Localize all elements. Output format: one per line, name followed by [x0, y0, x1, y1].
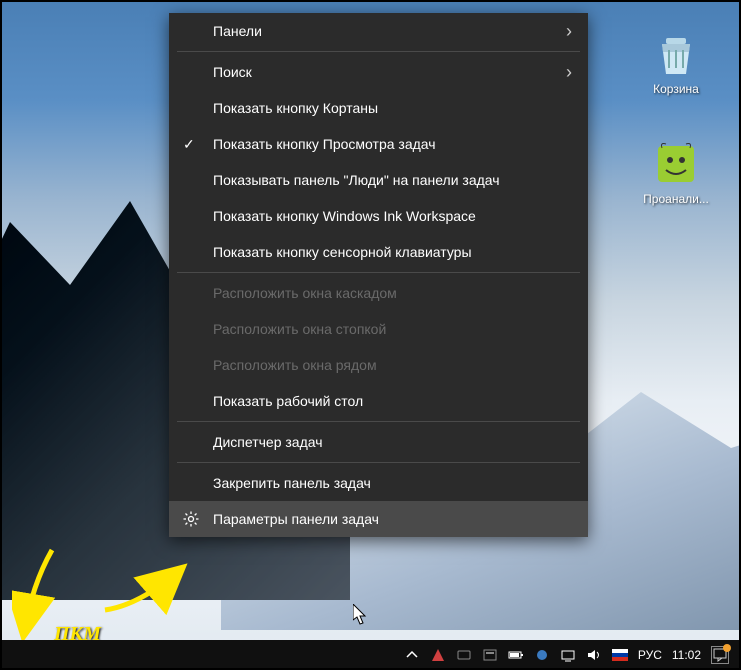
tray-network-icon[interactable]: [560, 647, 576, 663]
menu-item-cascade-windows: Расположить окна каскадом: [169, 275, 588, 311]
menu-item-label: Показать кнопку сенсорной клавиатуры: [213, 244, 472, 260]
menu-item-task-manager[interactable]: Диспетчер задач: [169, 424, 588, 460]
menu-item-label: Диспетчер задач: [213, 434, 323, 450]
menu-item-lock-taskbar[interactable]: Закрепить панель задач: [169, 465, 588, 501]
desktop-icon-recycle-bin[interactable]: Корзина: [636, 30, 716, 96]
tray-action-center-icon[interactable]: [711, 646, 729, 664]
menu-separator: [177, 51, 580, 52]
desktop-icon-notepad-plus[interactable]: Проанали...: [636, 140, 716, 206]
menu-item-label: Параметры панели задач: [213, 511, 379, 527]
annotation-arrow-to-settings: [100, 560, 190, 615]
menu-separator: [177, 462, 580, 463]
menu-item-label: Панели: [213, 23, 262, 39]
menu-item-ink-workspace[interactable]: Показать кнопку Windows Ink Workspace: [169, 198, 588, 234]
menu-item-people-bar[interactable]: Показывать панель "Люди" на панели задач: [169, 162, 588, 198]
tray-app-icon[interactable]: [482, 647, 498, 663]
menu-item-show-desktop[interactable]: Показать рабочий стол: [169, 383, 588, 419]
menu-item-label: Показать рабочий стол: [213, 393, 363, 409]
menu-item-label: Показать кнопку Просмотра задач: [213, 136, 436, 152]
tray-app-icon[interactable]: [430, 647, 446, 663]
menu-item-side-by-side: Расположить окна рядом: [169, 347, 588, 383]
notepad-plus-icon: [652, 140, 700, 188]
taskbar-context-menu: Панели Поиск Показать кнопку Кортаны ✓ П…: [169, 13, 588, 537]
mouse-cursor-icon: [353, 604, 369, 626]
menu-item-label: Закрепить панель задач: [213, 475, 371, 491]
tray-app-icon[interactable]: [534, 647, 550, 663]
menu-item-toolbars[interactable]: Панели: [169, 13, 588, 49]
menu-item-touch-keyboard[interactable]: Показать кнопку сенсорной клавиатуры: [169, 234, 588, 270]
system-tray: РУС 11:02: [404, 646, 741, 664]
menu-item-label: Расположить окна стопкой: [213, 321, 386, 337]
menu-separator: [177, 272, 580, 273]
gear-icon: [183, 511, 199, 527]
tray-volume-icon[interactable]: [586, 647, 602, 663]
tray-battery-icon[interactable]: [508, 647, 524, 663]
menu-item-label: Расположить окна каскадом: [213, 285, 397, 301]
menu-item-label: Показать кнопку Windows Ink Workspace: [213, 208, 476, 224]
tray-chevron-up-icon[interactable]: [404, 647, 420, 663]
menu-item-label: Расположить окна рядом: [213, 357, 377, 373]
menu-item-cortana-button[interactable]: Показать кнопку Кортаны: [169, 90, 588, 126]
menu-item-search[interactable]: Поиск: [169, 54, 588, 90]
menu-item-label: Показать кнопку Кортаны: [213, 100, 378, 116]
menu-item-task-view-button[interactable]: ✓ Показать кнопку Просмотра задач: [169, 126, 588, 162]
menu-item-label: Показывать панель "Люди" на панели задач: [213, 172, 500, 188]
tray-app-icon[interactable]: [456, 647, 472, 663]
checkmark-icon: ✓: [183, 136, 195, 153]
tray-language-label[interactable]: РУС: [638, 648, 662, 662]
menu-separator: [177, 421, 580, 422]
menu-item-taskbar-settings[interactable]: Параметры панели задач: [169, 501, 588, 537]
desktop-icon-label: Проанали...: [636, 192, 716, 206]
tray-clock[interactable]: 11:02: [672, 648, 701, 662]
recycle-bin-icon: [652, 30, 700, 78]
taskbar[interactable]: РУС 11:02: [0, 640, 741, 670]
desktop-icon-label: Корзина: [636, 82, 716, 96]
menu-item-label: Поиск: [213, 64, 252, 80]
tray-language-flag-icon[interactable]: [612, 647, 628, 663]
menu-item-stack-windows: Расположить окна стопкой: [169, 311, 588, 347]
